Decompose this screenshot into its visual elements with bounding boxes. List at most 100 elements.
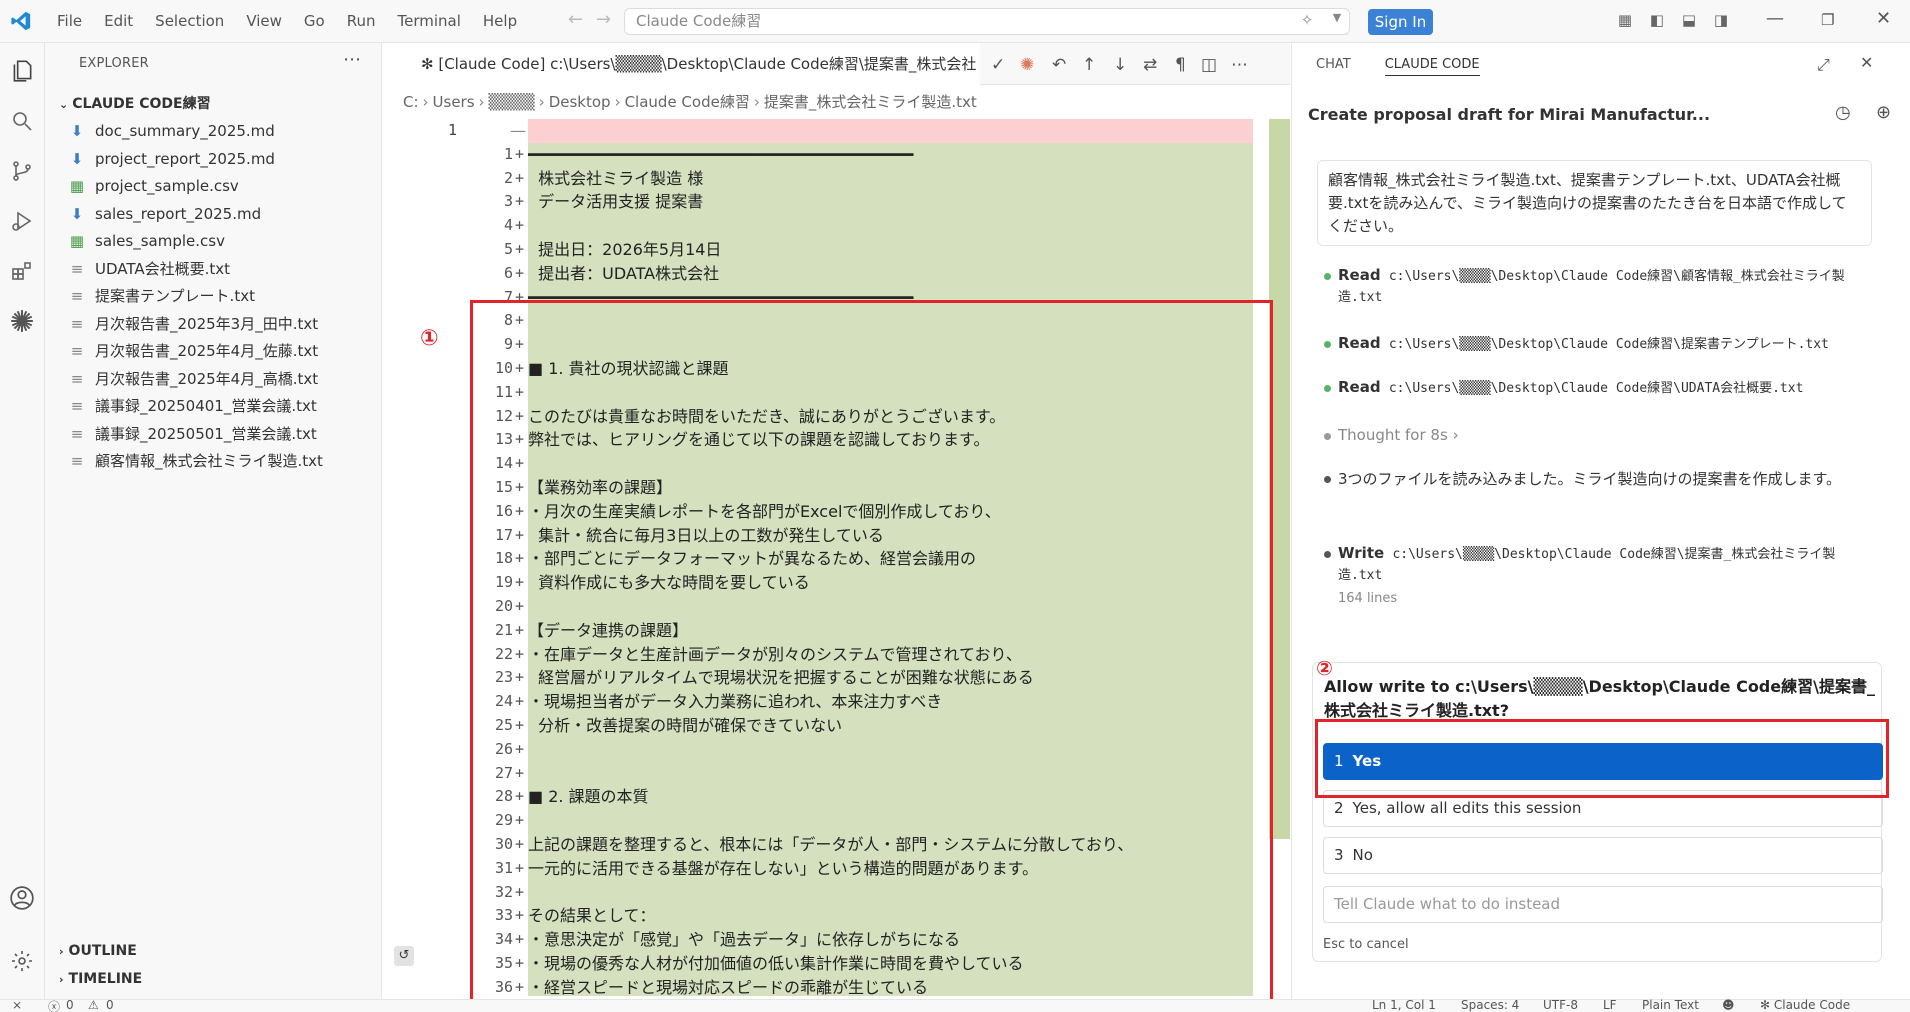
file-item[interactable]: ≡ 議事録_20250501_営業会議.txt	[45, 421, 382, 449]
customize-layout-icon[interactable]: ▦	[1615, 11, 1635, 31]
breadcrumb-item[interactable]: Users	[433, 93, 475, 111]
remote-icon[interactable]: ⨯	[12, 998, 22, 1012]
file-item[interactable]: ≡ 顧客情報_株式会社ミライ製造.txt	[45, 448, 382, 476]
claude-code-status[interactable]: ✻ Claude Code	[1760, 998, 1850, 1012]
close-icon[interactable]: ✕	[1860, 53, 1873, 72]
explorer-icon[interactable]	[7, 56, 37, 86]
file-item[interactable]: ≡ 議事録_20250401_営業会議.txt	[45, 393, 382, 421]
txt-file-icon: ≡	[70, 424, 84, 443]
claude-code-icon[interactable]	[7, 306, 37, 336]
menu-go[interactable]: Go	[293, 0, 336, 43]
language-mode[interactable]: Plain Text	[1642, 998, 1699, 1012]
instruction-input[interactable]: Tell Claude what to do instead	[1323, 886, 1883, 923]
swap-icon[interactable]: ⇄	[1143, 55, 1157, 75]
diff-plus-marker: +	[515, 168, 525, 187]
indentation[interactable]: Spaces: 4	[1461, 998, 1519, 1012]
close-icon[interactable]: ✕	[1876, 8, 1891, 29]
breadcrumb-item[interactable]: Desktop	[549, 93, 611, 111]
file-item[interactable]: ▦ project_sample.csv	[45, 173, 382, 201]
menu-terminal[interactable]: Terminal	[387, 0, 472, 43]
arrow-up-icon[interactable]: ↑	[1082, 55, 1096, 75]
warning-count[interactable]: 0	[106, 998, 114, 1012]
breadcrumb-item[interactable]: C:	[403, 93, 419, 111]
sign-in-button[interactable]: Sign In	[1368, 9, 1433, 35]
new-session-icon[interactable]: ⊕	[1876, 102, 1891, 123]
outline-section[interactable]: › OUTLINE	[59, 943, 137, 959]
file-label: 提案書テンプレート.txt	[95, 287, 255, 305]
menu-view[interactable]: View	[235, 0, 293, 43]
chevron-down-icon[interactable]: ▼	[1327, 11, 1347, 31]
claude-sparkle-icon[interactable]: ✺	[1020, 55, 1034, 75]
history-icon[interactable]: ◷	[1835, 102, 1851, 123]
file-item[interactable]: ≡ 提案書テンプレート.txt	[45, 283, 382, 311]
menu-edit[interactable]: Edit	[93, 0, 144, 43]
more-actions-icon[interactable]: ⋯	[343, 49, 361, 70]
toggle-secondary-sidebar-icon[interactable]: ◨	[1711, 11, 1731, 31]
option-no[interactable]: 3 No	[1323, 837, 1883, 874]
line-number: 5	[503, 240, 513, 258]
command-center-search[interactable]: Claude Code練習	[624, 8, 1350, 35]
breadcrumb-item[interactable]: Claude Code練習	[625, 93, 750, 111]
copilot-icon[interactable]: ☻	[1722, 998, 1735, 1012]
success-dot-icon	[1324, 385, 1331, 392]
menu-file[interactable]: File	[46, 0, 93, 43]
permission-question: Allow write to c:\Users\▒▒▒▒\Desktop\Cla…	[1324, 677, 1875, 720]
file-item[interactable]: ≡ 月次報告書_2025年3月_田中.txt	[45, 311, 382, 339]
minimize-icon[interactable]: —	[1766, 8, 1784, 29]
end-of-line[interactable]: LF	[1603, 998, 1617, 1012]
chevron-right-icon: ›	[1452, 426, 1459, 444]
explorer-sidebar: EXPLORER ⋯ ⌄ CLAUDE CODE練習 ⬇ doc_summary_2…	[45, 43, 382, 999]
file-item[interactable]: ≡ 月次報告書_2025年4月_佐藤.txt	[45, 338, 382, 366]
line-number: 6	[503, 263, 513, 282]
forward-arrow-icon[interactable]: →	[596, 9, 611, 30]
arrow-down-icon[interactable]: ↓	[1113, 55, 1127, 75]
line-number: 2	[503, 168, 513, 187]
restore-icon[interactable]: ❐	[1821, 11, 1834, 29]
chevron-right-icon: ›	[59, 945, 64, 958]
error-icon[interactable]: ⓧ	[48, 998, 60, 1012]
warning-icon[interactable]: ⚠	[88, 998, 99, 1012]
file-label: 月次報告書_2025年4月_高橋.txt	[95, 369, 319, 388]
tab-claude-code[interactable]: CLAUDE CODE	[1384, 57, 1480, 76]
file-item[interactable]: ⬇ project_report_2025.md	[45, 146, 382, 174]
source-control-icon[interactable]	[7, 156, 37, 186]
extensions-icon[interactable]	[7, 256, 37, 286]
split-editor-icon[interactable]: ◫	[1201, 55, 1217, 75]
file-label: sales_report_2025.md	[95, 204, 262, 223]
menu-help[interactable]: Help	[472, 0, 528, 43]
undo-icon[interactable]: ↶	[1052, 55, 1066, 75]
diff-plus-marker: +	[515, 192, 525, 211]
tab-chat[interactable]: CHAT	[1316, 57, 1351, 76]
toggle-panel-icon[interactable]: ⬓	[1679, 11, 1699, 31]
file-item[interactable]: ⬇ doc_summary_2025.md	[45, 118, 382, 146]
back-arrow-icon[interactable]: ←	[568, 9, 583, 30]
editor-tab[interactable]: ✻ [Claude Code] c:\Users\▒▒▒▒\Desktop\Cl…	[383, 43, 980, 85]
toggle-primary-sidebar-icon[interactable]: ◧	[1647, 11, 1667, 31]
step-label: Write	[1338, 544, 1385, 562]
maximize-icon[interactable]: ⤢	[1817, 55, 1830, 75]
file-item[interactable]: ▦ sales_sample.csv	[45, 228, 382, 256]
account-icon[interactable]	[7, 883, 37, 913]
thought-step[interactable]: Thought for 8s ›	[1324, 425, 1863, 446]
status-bar: ⨯ ⓧ 0 ⚠ 0 Ln 1, Col 1 Spaces: 4 UTF-8 LF…	[0, 998, 1910, 1012]
step-label: Read	[1338, 266, 1381, 284]
timeline-section[interactable]: › TIMELINE	[59, 971, 142, 987]
error-count[interactable]: 0	[66, 998, 74, 1012]
search-icon[interactable]	[7, 106, 37, 136]
breadcrumb-item[interactable]: ▒▒▒▒	[489, 93, 535, 111]
pilcrow-icon[interactable]: ¶	[1175, 55, 1186, 75]
menu-run[interactable]: Run	[336, 0, 387, 43]
breadcrumb-item[interactable]: 提案書_株式会社ミライ製造.txt	[764, 93, 977, 111]
more-actions-icon[interactable]: ⋯	[1231, 55, 1248, 75]
menu-selection[interactable]: Selection	[144, 0, 235, 43]
cursor-position[interactable]: Ln 1, Col 1	[1372, 998, 1436, 1012]
chat-sparkle-icon[interactable]: ✧	[1297, 11, 1317, 31]
file-item[interactable]: ⬇ sales_report_2025.md	[45, 201, 382, 229]
workspace-folder[interactable]: ⌄ CLAUDE CODE練習	[59, 93, 211, 113]
run-debug-icon[interactable]	[7, 206, 37, 236]
encoding[interactable]: UTF-8	[1543, 998, 1578, 1012]
file-item[interactable]: ≡ 月次報告書_2025年4月_高橋.txt	[45, 366, 382, 394]
accept-check-icon[interactable]: ✓	[991, 55, 1005, 75]
settings-gear-icon[interactable]	[7, 946, 37, 976]
file-item[interactable]: ≡ UDATA会社概要.txt	[45, 256, 382, 284]
